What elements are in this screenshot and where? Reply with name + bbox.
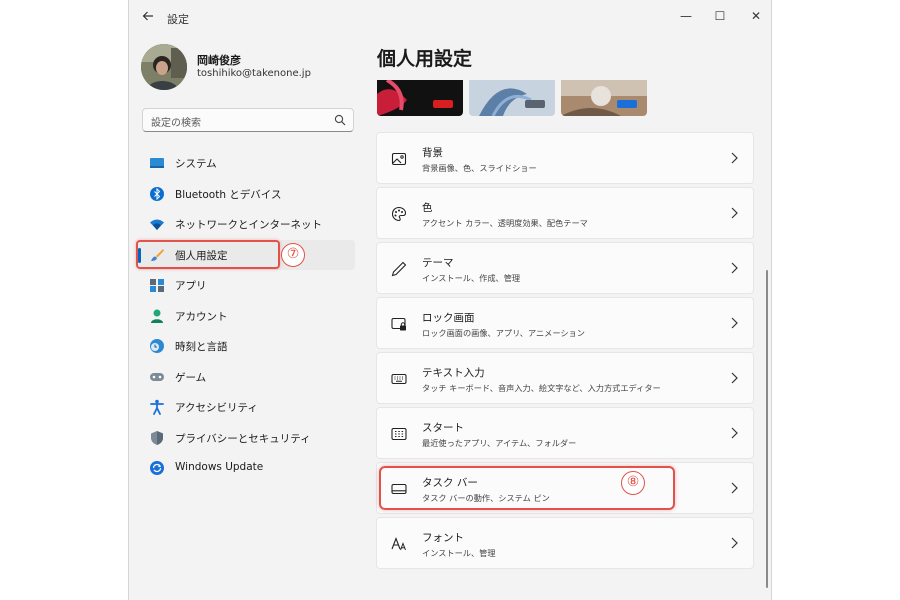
highlight-personalization (136, 240, 280, 269)
row-subtitle: 背景画像、色、スライドショー (422, 163, 537, 173)
row-title: 背景 (422, 147, 443, 159)
minimize-button[interactable]: — (669, 4, 703, 28)
row-subtitle: インストール、管理 (422, 548, 496, 558)
theme-swatch (525, 100, 545, 108)
back-button[interactable] (139, 9, 157, 27)
sidebar-item-network[interactable]: ネットワークとインターネット (137, 209, 355, 240)
lock-screen-icon (391, 317, 406, 331)
theme-previews (377, 80, 657, 116)
user-email: toshihiko@takenone.jp (197, 68, 311, 79)
step-badge-8: ⑧ (621, 471, 645, 495)
row-subtitle: インストール、作成、管理 (422, 273, 521, 283)
row-title: テキスト入力 (422, 367, 485, 379)
theme-preview-1[interactable] (377, 80, 463, 116)
keyboard-icon (391, 373, 407, 385)
gamepad-icon (150, 372, 164, 381)
picture-icon (391, 152, 407, 166)
step-badge-7: ⑦ (281, 243, 305, 267)
wifi-icon (150, 219, 164, 230)
account-icon (151, 309, 163, 323)
settings-window: 設定 — ☐ ✕ 岡崎俊彦 toshihiko@takenone.jp 設定の検… (128, 0, 772, 600)
sidebar-item-label: アプリ (175, 280, 207, 292)
sidebar-item-time-language[interactable]: 時刻と言語 (137, 331, 355, 362)
row-subtitle: アクセント カラー、透明度効果、配色テーマ (422, 218, 588, 228)
chevron-right-icon (731, 427, 738, 439)
sidebar-item-label: Bluetooth とデバイス (175, 188, 282, 201)
sidebar-nav: システム Bluetooth とデバイス ネットワークとインターネット 個人用設… (137, 148, 355, 484)
setting-row-text-input[interactable]: テキスト入力 タッチ キーボード、音声入力、絵文字など、入力方式エディター (376, 352, 754, 404)
user-name: 岡崎俊彦 (197, 54, 241, 67)
chevron-right-icon (731, 317, 738, 329)
sidebar-item-privacy[interactable]: プライバシーとセキュリティ (137, 423, 355, 454)
setting-row-lock-screen[interactable]: ロック画面 ロック画面の画像、アプリ、アニメーション (376, 297, 754, 349)
sidebar-item-label: アクセシビリティ (175, 402, 258, 414)
theme-preview-2[interactable] (469, 80, 555, 116)
row-subtitle: 最近使ったアプリ、アイテム、フォルダー (422, 438, 577, 448)
search-icon (334, 114, 346, 126)
palette-icon (391, 206, 407, 222)
setting-row-colors[interactable]: 色 アクセント カラー、透明度効果、配色テーマ (376, 187, 754, 239)
accessibility-icon (150, 399, 164, 415)
sidebar-item-label: システム (175, 158, 217, 170)
setting-row-fonts[interactable]: フォント インストール、管理 (376, 517, 754, 569)
row-title: スタート (422, 422, 464, 434)
sidebar-item-label: 時刻と言語 (175, 341, 228, 353)
theme-swatch (617, 100, 637, 108)
sidebar-item-label: Windows Update (175, 461, 264, 473)
avatar (141, 44, 187, 90)
chevron-right-icon (731, 152, 738, 164)
sidebar-item-apps[interactable]: アプリ (137, 270, 355, 301)
user-profile[interactable]: 岡崎俊彦 toshihiko@takenone.jp (141, 44, 361, 92)
theme-preview-3[interactable] (561, 80, 647, 116)
back-arrow-icon (142, 11, 153, 21)
sidebar-item-accessibility[interactable]: アクセシビリティ (137, 392, 355, 423)
app-title: 設定 (167, 13, 189, 26)
sidebar-item-accounts[interactable]: アカウント (137, 301, 355, 332)
sidebar-item-label: ネットワークとインターネット (175, 219, 322, 231)
row-title: ロック画面 (422, 312, 475, 324)
close-button[interactable]: ✕ (739, 4, 771, 28)
row-title: 色 (422, 202, 433, 214)
system-icon (150, 158, 164, 168)
chevron-right-icon (731, 262, 738, 274)
setting-row-themes[interactable]: テーマ インストール、作成、管理 (376, 242, 754, 294)
row-title: テーマ (422, 257, 454, 269)
sidebar-item-label: アカウント (175, 310, 228, 323)
apps-icon (150, 279, 164, 292)
scrollbar[interactable] (766, 270, 768, 588)
chevron-right-icon (731, 207, 738, 219)
sidebar-item-label: プライバシーとセキュリティ (175, 432, 311, 445)
shield-icon (151, 430, 163, 445)
sidebar-item-windows-update[interactable]: Windows Update (137, 453, 355, 484)
start-icon (391, 427, 407, 441)
row-subtitle: タッチ キーボード、音声入力、絵文字など、入力方式エディター (422, 383, 661, 393)
bluetooth-icon (150, 186, 164, 201)
sidebar-item-gaming[interactable]: ゲーム (137, 362, 355, 393)
row-title: フォント (422, 532, 464, 544)
sidebar-item-system[interactable]: システム (137, 148, 355, 179)
clock-globe-icon (150, 339, 164, 353)
theme-swatch (433, 100, 453, 108)
page-title: 個人用設定 (377, 48, 473, 70)
title-bar: 設定 — ☐ ✕ (129, 0, 771, 36)
font-icon (391, 536, 406, 551)
chevron-right-icon (731, 482, 738, 494)
pen-icon (391, 261, 407, 277)
row-subtitle: ロック画面の画像、アプリ、アニメーション (422, 328, 585, 338)
maximize-button[interactable]: ☐ (703, 4, 737, 28)
search-placeholder: 設定の検索 (151, 118, 201, 129)
sidebar-item-bluetooth[interactable]: Bluetooth とデバイス (137, 179, 355, 210)
setting-row-background[interactable]: 背景 背景画像、色、スライドショー (376, 132, 754, 184)
setting-row-start[interactable]: スタート 最近使ったアプリ、アイテム、フォルダー (376, 407, 754, 459)
sidebar-item-label: ゲーム (175, 371, 207, 384)
search-input[interactable]: 設定の検索 (142, 108, 354, 132)
chevron-right-icon (731, 372, 738, 384)
chevron-right-icon (731, 537, 738, 549)
update-icon (150, 461, 164, 475)
